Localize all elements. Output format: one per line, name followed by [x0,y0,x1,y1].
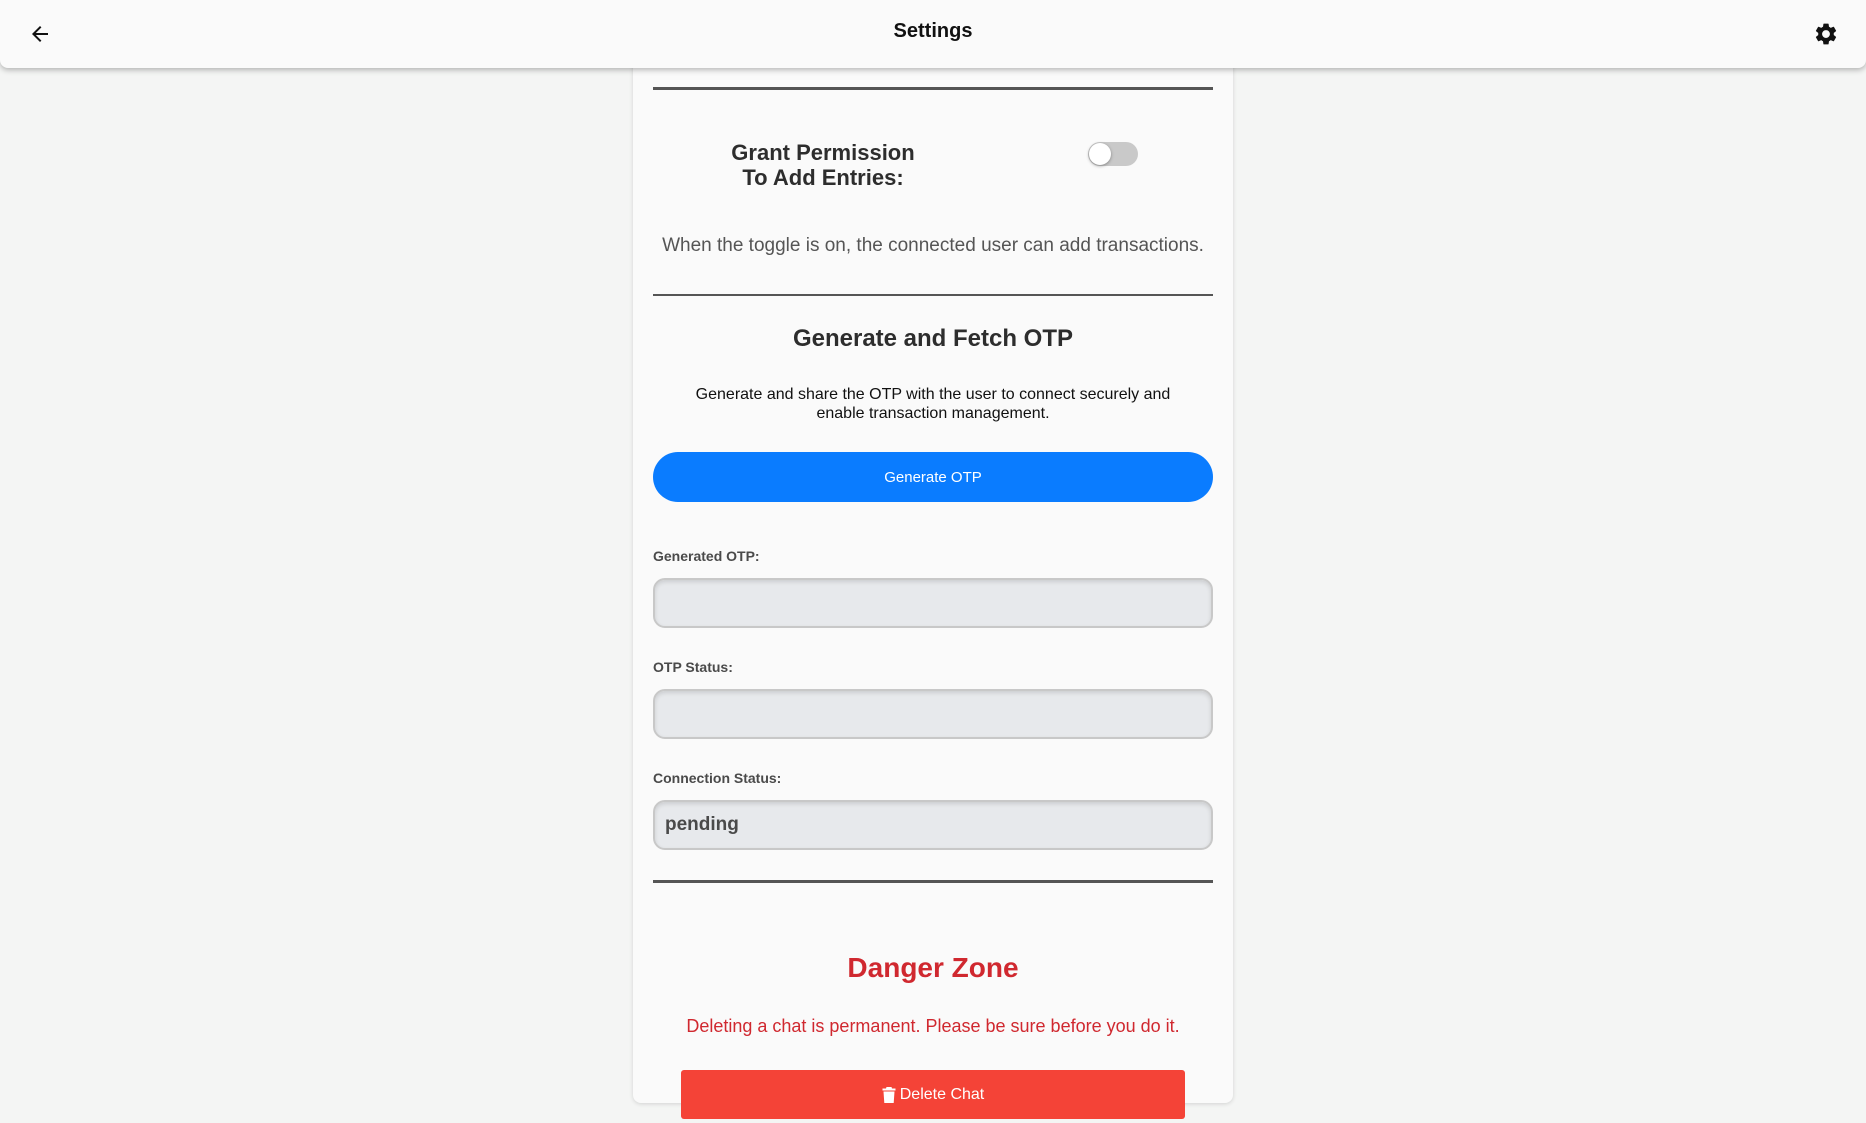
connection-status-label: Connection Status: [653,770,782,786]
permission-label-line2: To Add Entries: [742,165,904,190]
permission-description: When the toggle is on, the connected use… [662,235,1204,256]
danger-zone-description: Deleting a chat is permanent. Please be … [686,1016,1180,1036]
permission-label-line1: Grant Permission [731,140,915,165]
otp-status-label: OTP Status: [653,659,733,675]
otp-status-field[interactable] [653,689,1213,739]
danger-zone-title: Danger Zone [847,952,1019,983]
generated-otp-label: Generated OTP: [653,548,760,564]
permission-label: Grant Permission To Add Entries: [713,140,933,190]
otp-section-title: Generate and Fetch OTP [792,325,1074,352]
page-title: Settings [893,20,973,42]
settings-button[interactable] [1810,18,1842,50]
connection-status-field[interactable] [653,800,1213,850]
delete-chat-label: Delete Chat [899,1085,985,1103]
delete-chat-button[interactable]: Delete Chat [681,1070,1185,1119]
divider [653,880,1213,883]
divider [653,87,1213,90]
divider [653,294,1213,296]
gear-icon [1815,23,1837,45]
generate-otp-button[interactable]: Generate OTP [653,452,1213,502]
trash-icon [882,1086,896,1103]
toggle-knob [1089,143,1111,165]
top-app-bar: Settings [0,0,1866,68]
settings-card: Grant Permission To Add Entries: When th… [633,40,1233,1119]
generated-otp-field[interactable] [653,578,1213,628]
otp-description: Generate and share the OTP with the user… [695,386,1171,422]
permission-toggle[interactable] [1088,142,1138,166]
